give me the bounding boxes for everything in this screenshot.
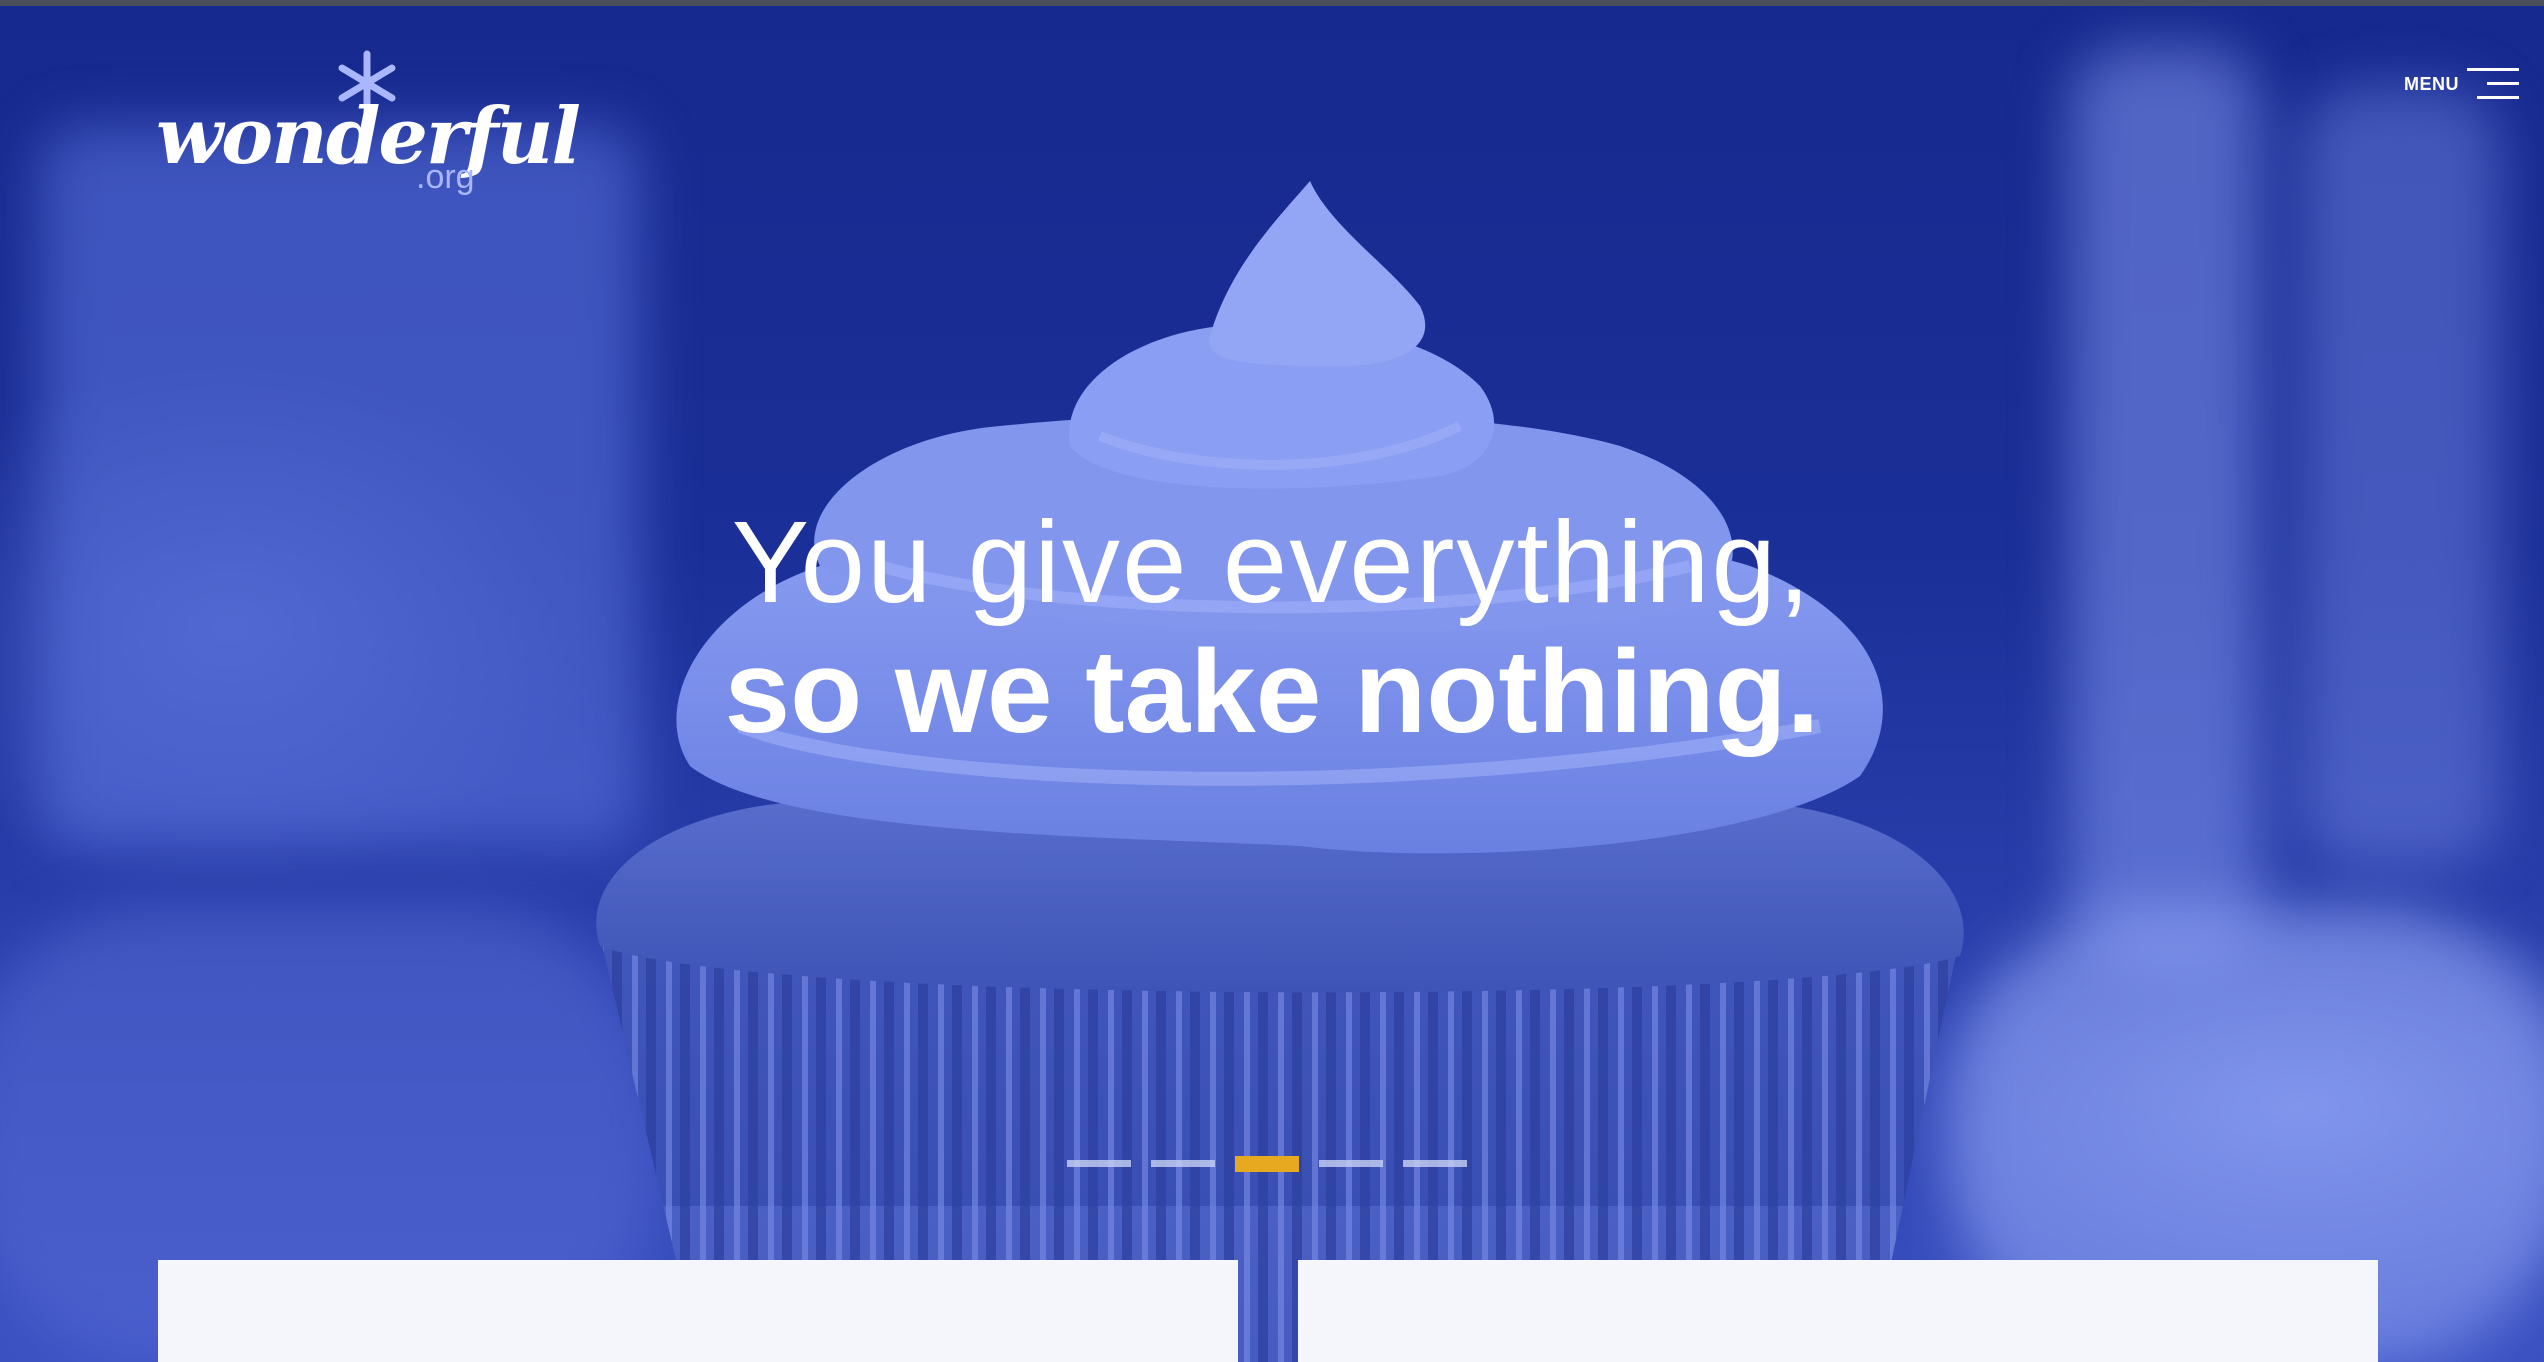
- slider-pagination: [1067, 1156, 1467, 1172]
- hero-section: wonderful .org MENU You give everything,…: [0, 6, 2544, 1362]
- hamburger-icon: [2467, 68, 2519, 99]
- page: wonderful .org MENU You give everything,…: [0, 0, 2544, 1362]
- feature-card-right[interactable]: [1298, 1260, 2378, 1362]
- logo-wordmark: wonderful: [156, 91, 581, 182]
- slide-indicator-5[interactable]: [1403, 1160, 1467, 1167]
- menu-button[interactable]: MENU: [2404, 62, 2524, 106]
- menu-label: MENU: [2404, 73, 2459, 94]
- slide-indicator-2[interactable]: [1151, 1160, 1215, 1167]
- headline-line-1: You give everything,: [731, 497, 1813, 628]
- hero-headline: You give everything, so we take nothing.: [0, 497, 2544, 757]
- headline-line-2: so we take nothing.: [724, 626, 1820, 759]
- slide-indicator-3[interactable]: [1235, 1156, 1299, 1172]
- feature-card-left[interactable]: [158, 1260, 1238, 1362]
- slide-indicator-1[interactable]: [1067, 1160, 1131, 1167]
- logo-suffix: .org: [416, 158, 475, 196]
- slide-indicator-4[interactable]: [1319, 1160, 1383, 1167]
- site-logo[interactable]: wonderful .org: [152, 48, 581, 208]
